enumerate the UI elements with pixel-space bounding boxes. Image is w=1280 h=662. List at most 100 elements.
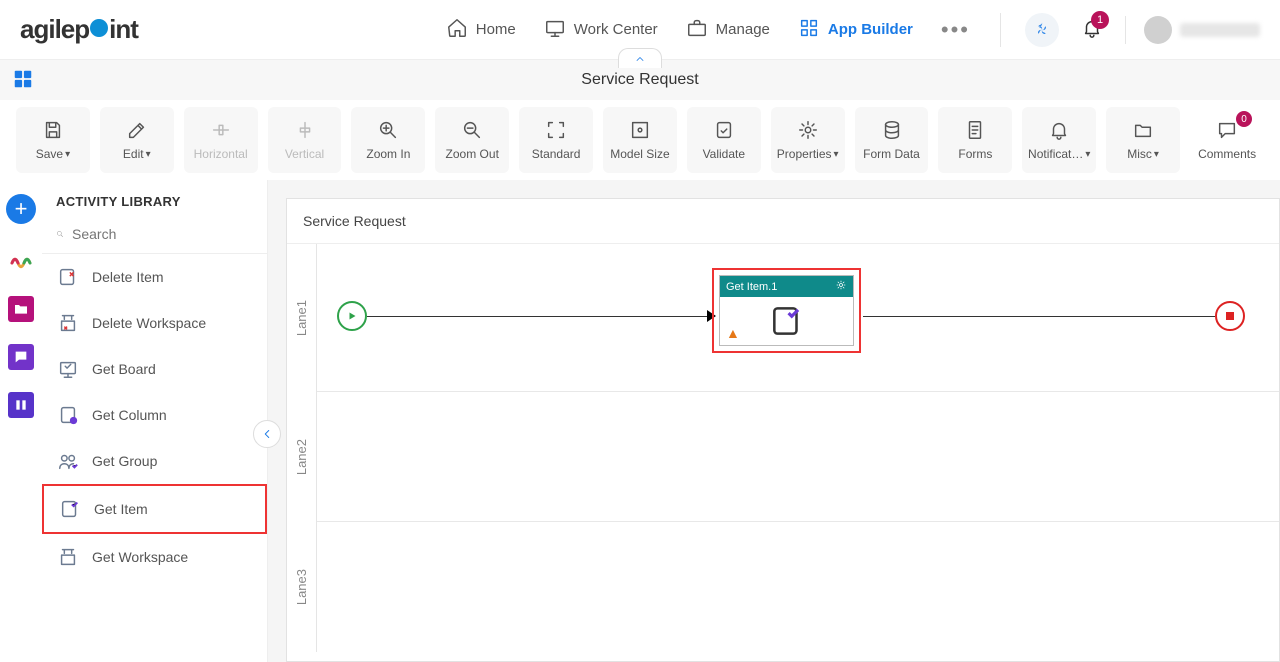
- wave-icon: [9, 248, 33, 272]
- user-menu[interactable]: [1125, 16, 1260, 44]
- apps-icon: [798, 17, 820, 43]
- notifications-button[interactable]: Notificat…▾: [1022, 107, 1096, 173]
- zoom-in-icon: [377, 119, 399, 141]
- folder-icon: [1132, 119, 1154, 141]
- properties-button[interactable]: Properties▾: [771, 107, 845, 173]
- warning-icon: ▲: [726, 325, 740, 341]
- nav-manage[interactable]: Manage: [686, 17, 770, 43]
- gear-icon: [797, 119, 819, 141]
- pinwheel-icon: [1033, 21, 1051, 39]
- save-icon: [42, 119, 64, 141]
- start-node[interactable]: [337, 301, 367, 331]
- logo: agilepint: [20, 14, 138, 45]
- library-item-delete-item[interactable]: Delete Item: [42, 254, 267, 300]
- gear-icon[interactable]: [835, 279, 847, 294]
- nav-label: App Builder: [828, 21, 913, 38]
- edit-icon: [126, 119, 148, 141]
- lane-label: Lane1: [287, 244, 317, 392]
- canvas-title: Service Request: [287, 199, 1279, 244]
- add-button[interactable]: +: [6, 194, 36, 224]
- nav-work-center[interactable]: Work Center: [544, 17, 658, 43]
- rail-columns[interactable]: [8, 392, 34, 418]
- library-item-get-board[interactable]: Get Board: [42, 346, 267, 392]
- delete-item-icon: [56, 266, 80, 288]
- comment-icon: [1216, 119, 1238, 141]
- fit-standard-icon: [545, 119, 567, 141]
- more-menu[interactable]: •••: [941, 17, 970, 43]
- lane-label: Lane2: [287, 392, 317, 522]
- align-vertical-icon: [294, 119, 316, 141]
- library-item-label: Delete Workspace: [92, 315, 206, 331]
- monitor-icon: [544, 17, 566, 43]
- panel-title: ACTIVITY LIBRARY: [42, 180, 267, 219]
- chevron-left-icon: [260, 427, 274, 441]
- library-item-get-workspace[interactable]: Get Workspace: [42, 534, 267, 580]
- chevron-up-icon: [634, 53, 646, 65]
- notification-button[interactable]: 1: [1081, 17, 1103, 42]
- form-data-button[interactable]: Form Data: [855, 107, 929, 173]
- zoom-out-icon: [461, 119, 483, 141]
- home-icon: [446, 17, 468, 43]
- search-input[interactable]: [72, 226, 253, 242]
- standard-button[interactable]: Standard: [519, 107, 593, 173]
- validate-icon: [713, 119, 735, 141]
- library-item-label: Get Board: [92, 361, 156, 377]
- toolbar: Save▾ Edit▾ Horizontal Vertical Zoom In …: [0, 100, 1280, 180]
- process-canvas[interactable]: Service Request Lane1 Lane2 Lane3: [286, 198, 1280, 662]
- library-item-label: Delete Item: [92, 269, 164, 285]
- comments-button[interactable]: 0 Comments: [1190, 107, 1264, 173]
- sidebar-rail: +: [0, 180, 42, 662]
- library-item-get-column[interactable]: Get Column: [42, 392, 267, 438]
- group-icon: [56, 450, 80, 472]
- sequence-flow[interactable]: [863, 316, 1215, 317]
- lane-label: Lane3: [287, 522, 317, 652]
- rail-folder[interactable]: [8, 296, 34, 322]
- validate-button[interactable]: Validate: [687, 107, 761, 173]
- library-item-label: Get Workspace: [92, 549, 188, 565]
- library-item-delete-workspace[interactable]: Delete Workspace: [42, 300, 267, 346]
- subheader: Service Request: [0, 60, 1280, 100]
- user-name: [1180, 23, 1260, 37]
- end-node[interactable]: [1215, 301, 1245, 331]
- columns-icon: [13, 397, 29, 413]
- database-icon: [881, 119, 903, 141]
- notification-badge: 1: [1091, 11, 1109, 29]
- library-item-get-group[interactable]: Get Group: [42, 438, 267, 484]
- bell-icon: [1048, 119, 1070, 141]
- library-item-label: Get Column: [92, 407, 167, 423]
- activity-library-panel: ACTIVITY LIBRARY Delete Item Delete Work…: [42, 180, 268, 662]
- activity-get-item[interactable]: Get Item.1 ▲: [712, 268, 861, 353]
- avatar: [1144, 16, 1172, 44]
- column-icon: [56, 404, 80, 426]
- edit-button[interactable]: Edit▾: [100, 107, 174, 173]
- activity-title: Get Item.1: [726, 281, 777, 293]
- misc-button[interactable]: Misc▾: [1106, 107, 1180, 173]
- align-horizontal-icon: [210, 119, 232, 141]
- vertical-button[interactable]: Vertical: [268, 107, 342, 173]
- briefcase-icon: [686, 17, 708, 43]
- horizontal-button[interactable]: Horizontal: [184, 107, 258, 173]
- chat-icon: [13, 349, 29, 365]
- rail-chat[interactable]: [8, 344, 34, 370]
- nav-app-builder[interactable]: App Builder: [798, 17, 913, 43]
- integrations-button[interactable]: [1025, 13, 1059, 47]
- get-item-icon: [58, 498, 82, 520]
- get-item-icon: [768, 302, 806, 340]
- save-button[interactable]: Save▾: [16, 107, 90, 173]
- library-item-get-item[interactable]: Get Item: [42, 484, 267, 534]
- model-size-icon: [629, 119, 651, 141]
- zoom-out-button[interactable]: Zoom Out: [435, 107, 509, 173]
- sequence-flow[interactable]: [367, 316, 712, 317]
- model-size-button[interactable]: Model Size: [603, 107, 677, 173]
- zoom-in-button[interactable]: Zoom In: [351, 107, 425, 173]
- collapse-header-button[interactable]: [618, 48, 662, 68]
- delete-workspace-icon: [56, 312, 80, 334]
- forms-button[interactable]: Forms: [938, 107, 1012, 173]
- page-title: Service Request: [0, 71, 1280, 89]
- search-icon: [56, 225, 64, 243]
- library-item-label: Get Item: [94, 501, 148, 517]
- rail-integrations[interactable]: [7, 246, 35, 274]
- collapse-panel-button[interactable]: [253, 420, 281, 448]
- nav-home[interactable]: Home: [446, 17, 516, 43]
- comments-badge: 0: [1236, 111, 1252, 127]
